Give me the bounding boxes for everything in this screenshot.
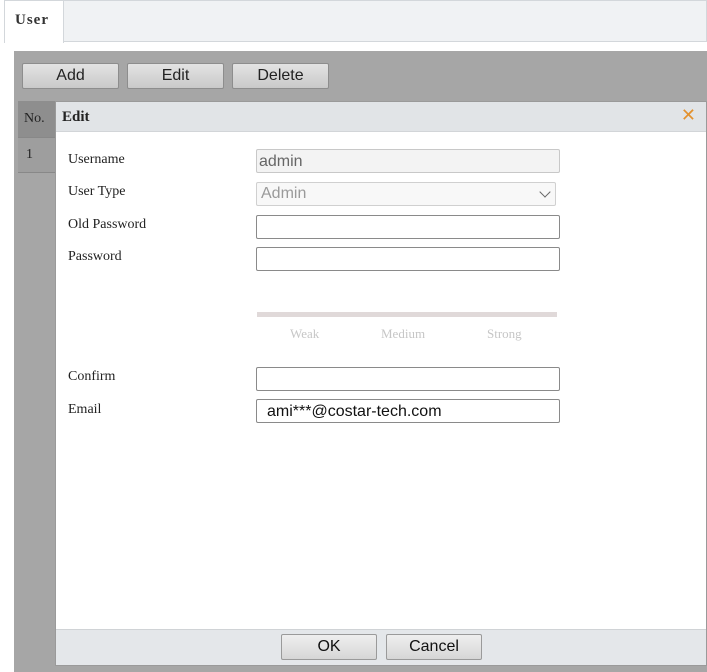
dialog-title: Edit: [62, 109, 90, 125]
password-label: Password: [68, 249, 122, 264]
tab-user[interactable]: User: [4, 0, 64, 43]
old-password-label: Old Password: [68, 217, 147, 232]
strength-strong-label: Strong: [487, 326, 522, 341]
email-field[interactable]: [256, 399, 560, 423]
cancel-button[interactable]: Cancel: [386, 634, 482, 660]
tab-strip: User: [0, 0, 707, 43]
old-password-field[interactable]: [256, 215, 560, 239]
delete-button[interactable]: Delete: [232, 63, 329, 89]
list-header-no: No.: [18, 101, 56, 137]
username-field[interactable]: [256, 149, 560, 173]
username-label: Username: [68, 152, 125, 167]
email-label: Email: [68, 402, 102, 417]
add-button[interactable]: Add: [22, 63, 119, 89]
close-icon[interactable]: ✕: [681, 105, 696, 126]
strength-medium-label: Medium: [381, 326, 426, 341]
edit-dialog: Edit ✕ Username User Type Admin Old Pass…: [55, 101, 707, 666]
ok-button[interactable]: OK: [281, 634, 377, 660]
chevron-down-icon: [539, 186, 551, 198]
user-type-select[interactable]: Admin: [256, 182, 556, 206]
password-strength-bar: [257, 312, 557, 317]
edit-button[interactable]: Edit: [127, 63, 224, 89]
tab-bar: [64, 0, 707, 42]
table-row[interactable]: 1: [18, 137, 56, 173]
user-type-label: User Type: [68, 184, 126, 199]
password-field[interactable]: [256, 247, 560, 271]
dialog-footer: OK Cancel: [56, 629, 706, 665]
confirm-label: Confirm: [68, 369, 116, 384]
user-type-value: Admin: [261, 185, 307, 202]
confirm-password-field[interactable]: [256, 367, 560, 391]
dialog-header: Edit ✕: [56, 102, 706, 132]
strength-weak-label: Weak: [290, 326, 320, 341]
